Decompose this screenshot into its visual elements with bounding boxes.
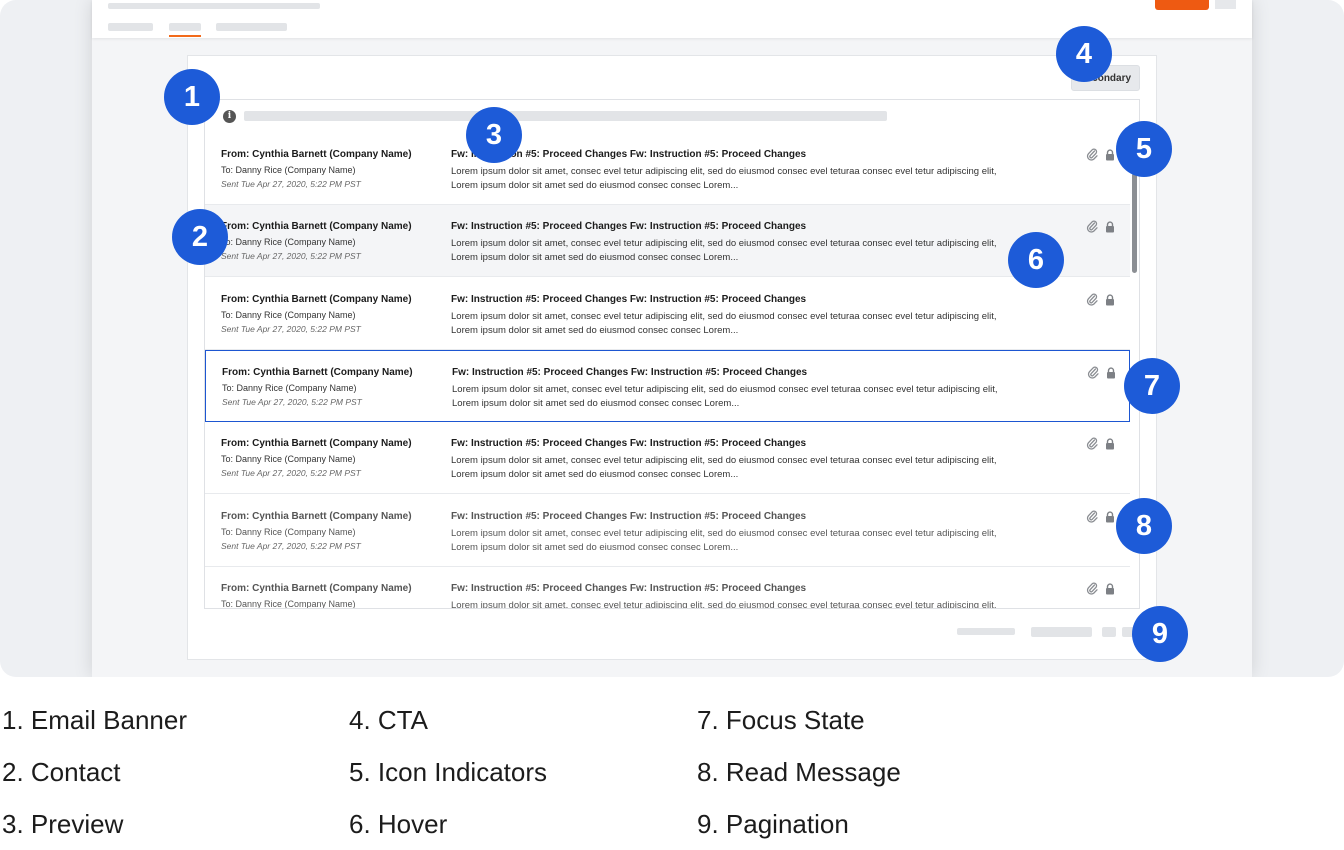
legend-item-5: 5. Icon Indicators (349, 757, 547, 787)
message-preview: Lorem ipsum dolor sit amet, consec evel … (451, 455, 997, 481)
message-from: From: Cynthia Barnett (Company Name) (221, 438, 412, 450)
message-sent-date: Sent Tue Apr 27, 2020, 5:22 PM PST (221, 251, 361, 262)
message-to: To: Danny Rice (Company Name) (221, 165, 356, 175)
message-from: From: Cynthia Barnett (Company Name) (221, 149, 412, 160)
lock-icon (1105, 220, 1115, 233)
tab-placeholder-3[interactable] (216, 23, 287, 31)
message-sent-date: Sent Tue Apr 27, 2020, 5:22 PM PST (221, 179, 361, 189)
legend-item-1: 1. Email Banner (2, 705, 187, 735)
legend-item-8: 8. Read Message (697, 757, 901, 787)
paperclip-icon (1087, 365, 1099, 379)
callout-badge-4: 4 (1056, 26, 1112, 82)
message-from: From: Cynthia Barnett (Company Name) (221, 221, 412, 233)
message-subject: Fw: Instruction #5: Proceed Changes Fw: … (451, 221, 807, 233)
message-sent-date: Sent Tue Apr 27, 2020, 5:22 PM PST (221, 323, 361, 334)
lock-icon (1105, 582, 1115, 595)
screenshot-stage: Secondary i From: Cynthia Barnett (Compa… (0, 0, 1344, 677)
primary-button[interactable] (1155, 0, 1209, 10)
paperclip-icon (1086, 292, 1098, 306)
callout-badge-5: 5 (1116, 121, 1172, 177)
info-icon: i (223, 110, 236, 123)
message-subject: Fw: Instruction #5: Proceed Changes Fw: … (451, 293, 807, 305)
message-sent-date: Sent Tue Apr 27, 2020, 5:22 PM PST (221, 540, 361, 551)
tab-placeholder-2-active[interactable] (169, 23, 201, 31)
legend-item-4: 4. CTA (349, 705, 428, 735)
message-subject: Fw: Instruction #5: Proceed Changes Fw: … (452, 366, 808, 378)
message-row-read[interactable]: From: Cynthia Barnett (Company Name) To: … (205, 566, 1130, 609)
message-sent-date: Sent Tue Apr 27, 2020, 5:22 PM PST (222, 396, 362, 407)
message-from: From: Cynthia Barnett (Company Name) (221, 582, 412, 594)
message-to: To: Danny Rice (Company Name) (221, 309, 356, 320)
callout-badge-1: 1 (164, 69, 220, 125)
callout-badge-3: 3 (466, 107, 522, 163)
message-preview: Lorem ipsum dolor sit amet, consec evel … (452, 383, 998, 409)
message-preview: Lorem ipsum dolor sit amet, consec evel … (451, 310, 997, 336)
legend-item-7: 7. Focus State (697, 705, 865, 735)
active-tab-indicator (169, 35, 201, 37)
paperclip-icon (1086, 581, 1098, 595)
callout-badge-6: 6 (1008, 232, 1064, 288)
lock-icon (1105, 437, 1115, 450)
paperclip-icon (1086, 147, 1098, 161)
paperclip-icon (1086, 436, 1098, 450)
message-preview: Lorem ipsum dolor sit amet, consec evel … (451, 599, 997, 609)
message-subject: Fw: Instruction #5: Proceed Changes Fw: … (451, 510, 807, 522)
callout-badge-9: 9 (1132, 606, 1188, 662)
message-sent-date: Sent Tue Apr 27, 2020, 5:22 PM PST (221, 468, 361, 479)
callout-badge-8: 8 (1116, 498, 1172, 554)
lock-icon (1106, 366, 1116, 379)
lock-icon (1105, 510, 1115, 522)
pagination-range-placeholder (957, 628, 1015, 635)
message-preview: Lorem ipsum dolor sit amet, consec evel … (451, 166, 997, 191)
callout-badge-2: 2 (172, 209, 228, 265)
tab-placeholder-1[interactable] (108, 23, 153, 31)
message-row-default[interactable]: From: Cynthia Barnett (Company Name) To: … (205, 422, 1130, 495)
message-from: From: Cynthia Barnett (Company Name) (221, 510, 412, 522)
message-to: To: Danny Rice (Company Name) (221, 598, 356, 609)
lock-icon (1105, 293, 1115, 306)
message-subject: Fw: Instruction #5: Proceed Changes Fw: … (451, 438, 807, 450)
callout-badge-7: 7 (1124, 358, 1180, 414)
email-banner: i (205, 100, 1139, 134)
legend-item-6: 6. Hover (349, 809, 448, 839)
message-preview: Lorem ipsum dolor sit amet, consec evel … (451, 238, 997, 264)
message-row-default[interactable]: From: Cynthia Barnett (Company Name) To: … (205, 277, 1130, 350)
message-row-default[interactable]: From: Cynthia Barnett (Company Name) To: … (205, 133, 1130, 205)
message-row-hover[interactable]: From: Cynthia Barnett (Company Name) To: … (205, 205, 1130, 278)
message-from: From: Cynthia Barnett (Company Name) (221, 293, 412, 305)
message-list: i From: Cynthia Barnett (Company Name) To… (204, 99, 1140, 609)
legend-item-2: 2. Contact (2, 757, 121, 787)
title-placeholder (108, 3, 320, 9)
message-to: To: Danny Rice (Company Name) (221, 454, 356, 465)
message-subject: Fw: Instruction #5: Proceed Changes Fw: … (451, 582, 807, 594)
message-row-read[interactable]: From: Cynthia Barnett (Company Name) To: … (205, 494, 1130, 567)
pagination-prev-button[interactable] (1102, 627, 1116, 637)
message-from: From: Cynthia Barnett (Company Name) (222, 366, 413, 378)
message-to: To: Danny Rice (Company Name) (221, 526, 356, 537)
banner-text-placeholder (244, 111, 887, 121)
legend-item-9: 9. Pagination (697, 809, 849, 839)
lock-icon (1105, 148, 1115, 161)
paperclip-icon (1086, 509, 1098, 523)
message-row-focus[interactable]: From: Cynthia Barnett (Company Name) To: … (205, 349, 1130, 422)
scrollbar-thumb[interactable] (1132, 173, 1137, 273)
legend-item-3: 3. Preview (2, 809, 124, 839)
message-to: To: Danny Rice (Company Name) (221, 237, 356, 248)
message-to: To: Danny Rice (Company Name) (222, 382, 357, 393)
message-preview: Lorem ipsum dolor sit amet, consec evel … (451, 527, 997, 553)
pagination-select-placeholder[interactable] (1031, 627, 1092, 637)
paperclip-icon (1086, 219, 1098, 233)
small-header-button[interactable] (1215, 0, 1236, 9)
